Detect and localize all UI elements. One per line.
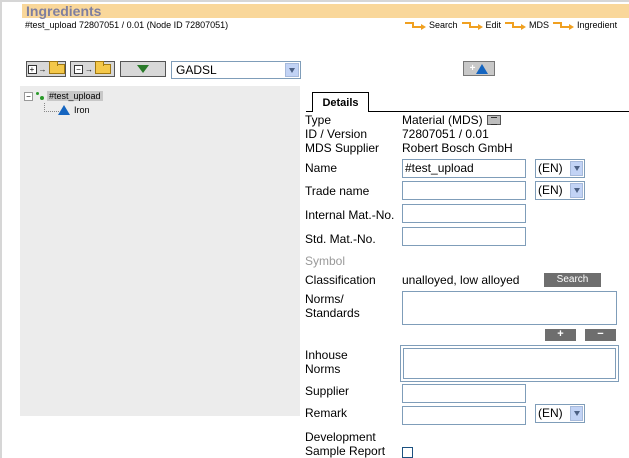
add-label: + <box>469 63 476 74</box>
internal-mat-no-input[interactable] <box>402 204 526 223</box>
std-mat-no-input[interactable] <box>402 227 526 246</box>
substance-node-icon <box>58 105 70 115</box>
remark-lang-value: (EN) <box>538 406 563 420</box>
type-value-row: Material (MDS) <box>402 113 501 127</box>
name-lang-value: (EN) <box>538 161 563 175</box>
inhouse-norms-label: Norms <box>305 362 341 376</box>
symbol-label: Symbol <box>305 254 346 268</box>
arrow-icon <box>461 21 484 30</box>
collapse-icon[interactable]: − <box>24 91 33 101</box>
triangle-icon <box>476 63 489 74</box>
name-label: Name <box>305 161 338 175</box>
trade-name-input[interactable] <box>402 181 526 200</box>
chevron-down-icon[interactable] <box>285 63 299 77</box>
tree-child-row[interactable]: Iron <box>58 105 90 115</box>
arrow-icon <box>505 21 527 30</box>
trade-name-lang-select[interactable]: (EN) <box>535 181 585 200</box>
chevron-down-icon[interactable] <box>570 161 583 176</box>
window: Ingredients #test_upload 72807051 / 0.01… <box>0 0 629 458</box>
list-select[interactable]: GADSL <box>171 61 301 79</box>
norms-label: Norms/ <box>305 292 344 306</box>
filter-icon <box>137 65 149 73</box>
search-button[interactable]: Search <box>544 273 601 287</box>
id-version-label: ID / Version <box>305 127 368 141</box>
remark-label: Remark <box>305 406 348 420</box>
material-node-icon <box>36 92 44 100</box>
list-select-value: GADSL <box>176 63 217 77</box>
inhouse-label: Inhouse <box>305 348 348 362</box>
type-label: Type <box>305 113 332 127</box>
page-title: Ingredients <box>26 3 102 19</box>
classification-value: unalloyed, low alloyed <box>402 273 520 287</box>
tree-root-label[interactable]: #test_upload <box>47 91 103 101</box>
standards-label: Standards <box>305 306 360 320</box>
internal-mat-no-label: Internal Mat.-No. <box>305 208 395 222</box>
supplier-input[interactable] <box>402 384 526 403</box>
trade-name-lang-value: (EN) <box>538 183 563 197</box>
node-info: #test_upload 72807051 / 0.01 (Node ID 72… <box>25 20 229 30</box>
plus-box-icon: + <box>27 64 37 74</box>
name-input[interactable]: #test_upload <box>402 159 526 178</box>
breadcrumb-search[interactable]: Search <box>429 20 458 30</box>
left-border <box>0 0 2 458</box>
collapse-all-button[interactable]: − → <box>70 61 115 77</box>
remark-input[interactable] <box>402 406 526 425</box>
trade-name-label: Trade name <box>305 184 370 198</box>
mds-supplier-label: MDS Supplier <box>305 141 380 155</box>
tree-panel <box>20 86 300 416</box>
header-bar <box>22 4 629 18</box>
inhouse-norms-frame <box>400 345 619 382</box>
expand-all-button[interactable]: + → <box>26 61 66 77</box>
add-node-button[interactable]: + <box>463 61 495 76</box>
type-value: Material (MDS) <box>402 113 483 127</box>
development-label: Development <box>305 430 376 444</box>
minus-box-icon: − <box>74 64 83 74</box>
mds-type-icon[interactable] <box>486 115 501 125</box>
norms-textarea[interactable] <box>402 291 617 325</box>
tab-details[interactable]: Details <box>312 92 369 112</box>
remark-lang-select[interactable]: (EN) <box>535 404 585 423</box>
remove-norm-button[interactable]: − <box>585 329 616 341</box>
breadcrumb: Search Edit MDS Ingredient <box>405 20 621 30</box>
tree-connector <box>44 103 59 112</box>
development-sample-report-checkbox[interactable] <box>402 447 413 458</box>
name-lang-select[interactable]: (EN) <box>535 159 585 178</box>
folder-open-icon <box>48 61 65 74</box>
top-border <box>0 0 629 2</box>
chevron-down-icon[interactable] <box>570 183 583 198</box>
id-version-value: 72807051 / 0.01 <box>402 127 489 141</box>
mds-supplier-value: Robert Bosch GmbH <box>402 141 513 155</box>
breadcrumb-edit[interactable]: Edit <box>486 20 502 30</box>
chevron-down-icon[interactable] <box>570 406 583 421</box>
arrow-icon <box>405 21 427 30</box>
std-mat-no-label: Std. Mat.-No. <box>305 232 376 246</box>
arrow-icon <box>553 21 575 30</box>
breadcrumb-mds[interactable]: MDS <box>529 20 549 30</box>
sample-report-label: Sample Report <box>305 444 386 458</box>
inhouse-norms-textarea[interactable] <box>403 348 616 379</box>
tree-child-label[interactable]: Iron <box>74 105 90 115</box>
breadcrumb-ingredient[interactable]: Ingredient <box>577 20 617 30</box>
classification-label: Classification <box>305 273 376 287</box>
add-norm-button[interactable]: + <box>545 329 576 341</box>
folder-icon <box>95 61 111 74</box>
supplier-label: Supplier <box>305 384 350 398</box>
filter-button[interactable] <box>120 61 166 77</box>
tree-root-row[interactable]: − #test_upload <box>24 90 103 102</box>
